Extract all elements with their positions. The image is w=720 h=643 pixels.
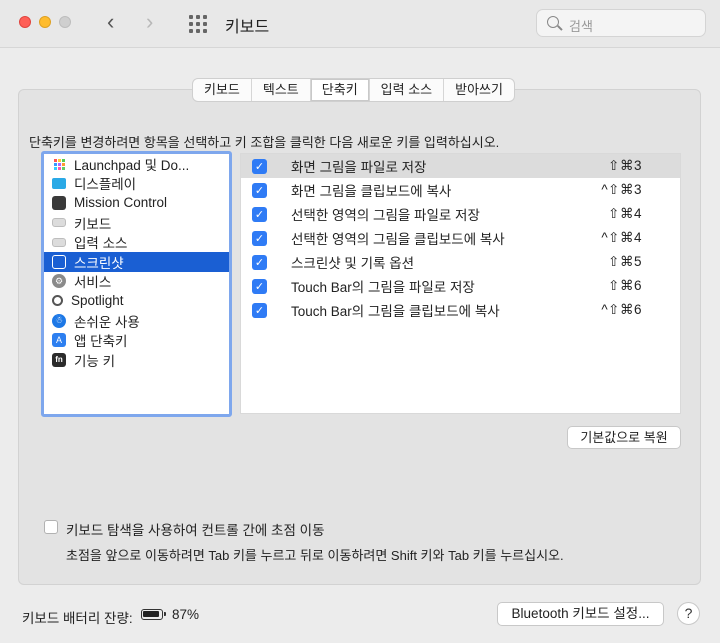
battery-label: 키보드 배터리 잔량:: [22, 611, 133, 626]
sidebar-item-launchpad[interactable]: Launchpad 및 Do...: [44, 154, 229, 174]
sidebar-item-label: 키보드: [74, 216, 112, 232]
shortcut-label: 선택한 영역의 그림을 파일로 저장: [291, 208, 480, 223]
spotlight-icon: [52, 295, 63, 307]
shortcut-checkbox[interactable]: ✓: [252, 254, 267, 270]
shortcut-row[interactable]: ✓ 화면 그림을 파일로 저장 ⇧⌘3: [241, 154, 680, 178]
tab-keyboard[interactable]: 키보드: [193, 79, 252, 101]
sidebar-item-label: Mission Control: [74, 195, 168, 211]
search-field[interactable]: 검색: [536, 9, 706, 37]
shortcut-category-list: Launchpad 및 Do... 디스플레이 Mission Control …: [41, 151, 232, 417]
fn-key-icon: fn: [52, 352, 66, 367]
sidebar-item-label: 기능 키: [74, 353, 116, 369]
help-button[interactable]: ?: [677, 602, 700, 625]
search-placeholder: 검색: [569, 19, 593, 34]
shortcut-keys[interactable]: ⇧⌘3: [608, 158, 642, 174]
shortcut-keys[interactable]: ⇧⌘6: [608, 278, 642, 294]
instruction-text: 단축키를 변경하려면 항목을 선택하고 키 조합을 클릭한 다음 새로운 키를 …: [29, 135, 500, 150]
sidebar-item-services[interactable]: ⚙ 서비스: [44, 272, 229, 292]
shortcut-row[interactable]: ✓ 선택한 영역의 그림을 파일로 저장 ⇧⌘4: [241, 202, 680, 226]
show-all-grid-icon[interactable]: [189, 15, 207, 33]
tab-input-sources[interactable]: 입력 소스: [370, 79, 445, 101]
tab-text[interactable]: 텍스트: [252, 79, 311, 101]
services-icon: ⚙: [52, 274, 66, 289]
sidebar-item-label: 서비스: [74, 275, 112, 291]
keyboard-navigation-description: 초점을 앞으로 이동하려면 Tab 키를 누르고 뒤로 이동하려면 Shift …: [66, 548, 564, 563]
accessibility-icon: ☃: [52, 313, 66, 328]
screenshot-icon: [52, 254, 66, 269]
shortcut-label: Touch Bar의 그림을 클립보드에 복사: [291, 304, 500, 319]
display-icon: [52, 177, 66, 189]
forward-chevron-icon[interactable]: ›: [146, 10, 153, 34]
bluetooth-keyboard-setup-button[interactable]: Bluetooth 키보드 설정...: [497, 602, 664, 626]
shortcut-row[interactable]: ✓ 스크린샷 및 기록 옵션 ⇧⌘5: [241, 250, 680, 274]
shortcut-label: 화면 그림을 클립보드에 복사: [291, 184, 452, 199]
battery-percent: 87%: [172, 607, 200, 622]
minimize-window-button[interactable]: [39, 16, 51, 28]
shortcut-checkbox[interactable]: ✓: [252, 230, 267, 246]
window-title: 키보드: [225, 19, 270, 36]
tab-bar: 키보드 텍스트 단축키 입력 소스 받아쓰기: [192, 78, 515, 102]
sidebar-item-input-sources[interactable]: 입력 소스: [44, 232, 229, 252]
shortcut-row[interactable]: ✓ Touch Bar의 그림을 파일로 저장 ⇧⌘6: [241, 274, 680, 298]
sidebar-item-label: Spotlight: [71, 293, 124, 309]
sidebar-item-app-shortcuts[interactable]: A 앱 단축키: [44, 330, 229, 350]
launchpad-icon: [52, 156, 66, 171]
sidebar-item-function-keys[interactable]: fn 기능 키: [44, 350, 229, 370]
close-window-button[interactable]: [19, 16, 31, 28]
sidebar-item-mission-control[interactable]: Mission Control: [44, 193, 229, 213]
mission-control-icon: [52, 195, 66, 210]
shortcut-keys[interactable]: ⇧⌘5: [608, 254, 642, 270]
shortcut-keys[interactable]: ⇧⌘4: [608, 206, 642, 222]
sidebar-item-spotlight[interactable]: Spotlight: [44, 291, 229, 311]
sidebar-item-keyboard[interactable]: 키보드: [44, 213, 229, 233]
shortcut-checkbox[interactable]: ✓: [252, 158, 267, 174]
keyboard-navigation-label[interactable]: 키보드 탐색을 사용하여 컨트롤 간에 초점 이동: [66, 519, 324, 539]
shortcut-checkbox[interactable]: ✓: [252, 206, 267, 222]
shortcut-keys[interactable]: ^⇧⌘6: [601, 302, 642, 318]
battery-icon: [141, 609, 166, 620]
shortcut-checkbox[interactable]: ✓: [252, 278, 267, 294]
shortcut-row[interactable]: ✓ 선택한 영역의 그림을 클립보드에 복사 ^⇧⌘4: [241, 226, 680, 250]
shortcut-label: 스크린샷 및 기록 옵션: [291, 256, 415, 271]
shortcut-row[interactable]: ✓ Touch Bar의 그림을 클립보드에 복사 ^⇧⌘6: [241, 298, 680, 322]
shortcut-checkbox[interactable]: ✓: [252, 182, 267, 198]
back-chevron-icon[interactable]: ‹: [107, 10, 114, 34]
sidebar-item-label: 손쉬운 사용: [74, 314, 140, 330]
shortcut-row[interactable]: ✓ 화면 그림을 클립보드에 복사 ^⇧⌘3: [241, 178, 680, 202]
shortcut-keys[interactable]: ^⇧⌘3: [601, 182, 642, 198]
keyboard-navigation-checkbox[interactable]: [44, 520, 58, 534]
restore-defaults-button[interactable]: 기본값으로 복원: [567, 426, 681, 449]
sidebar-item-label: Launchpad 및 Do...: [74, 157, 190, 173]
sidebar-item-label: 앱 단축키: [74, 334, 128, 350]
shortcut-keys[interactable]: ^⇧⌘4: [601, 230, 642, 246]
zoom-window-button[interactable]: [59, 16, 71, 28]
tab-shortcuts[interactable]: 단축키: [310, 79, 370, 101]
shortcut-label: 선택한 영역의 그림을 클립보드에 복사: [291, 232, 505, 247]
sidebar-item-label: 스크린샷: [74, 255, 124, 271]
shortcut-checkbox[interactable]: ✓: [252, 302, 267, 318]
app-shortcuts-icon: A: [52, 333, 66, 348]
shortcut-list: ✓ 화면 그림을 파일로 저장 ⇧⌘3 ✓ 화면 그림을 클립보드에 복사 ^⇧…: [240, 153, 681, 414]
shortcut-label: Touch Bar의 그림을 파일로 저장: [291, 280, 475, 295]
title-bar: ‹ › 키보드 검색: [0, 0, 720, 48]
sidebar-item-screenshots[interactable]: 스크린샷: [44, 251, 229, 272]
search-icon: [547, 16, 559, 28]
input-source-icon: [52, 237, 66, 247]
tab-dictation[interactable]: 받아쓰기: [444, 79, 514, 101]
shortcut-label: 화면 그림을 파일로 저장: [291, 160, 427, 175]
sidebar-item-accessibility[interactable]: ☃ 손쉬운 사용: [44, 311, 229, 331]
sidebar-item-label: 입력 소스: [74, 236, 128, 252]
sidebar-item-display[interactable]: 디스플레이: [44, 174, 229, 194]
keyboard-icon: [52, 218, 66, 228]
sidebar-item-label: 디스플레이: [74, 177, 137, 193]
